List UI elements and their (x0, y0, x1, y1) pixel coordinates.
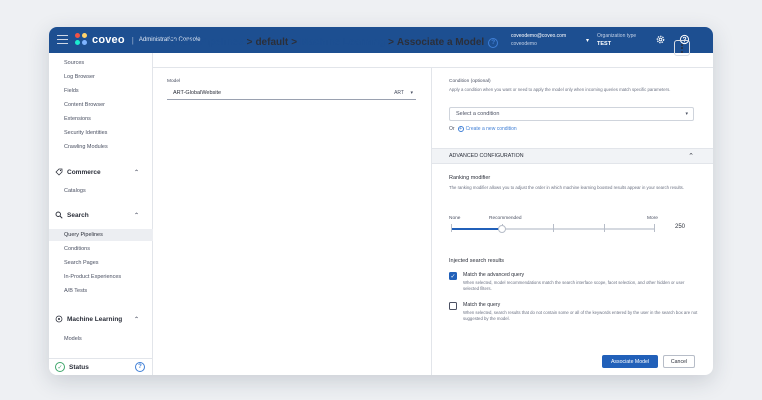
associate-model-button[interactable]: Associate Model (602, 355, 658, 368)
match-query-label: Match the query (463, 302, 501, 308)
user-menu-caret-icon[interactable]: ▾ (586, 37, 589, 44)
injected-results-title: Injected search results (449, 258, 505, 264)
column-divider (431, 68, 432, 375)
advanced-configuration-title: ADVANCED CONFIGURATION (449, 153, 524, 159)
model-select[interactable]: ART-GlobalWebsite ART ▾ (167, 87, 416, 100)
breadcrumb: Query Pipelines > default > Machine Lear… (168, 37, 499, 48)
breadcrumb-separator: > (246, 37, 253, 48)
advanced-configuration-toggle[interactable]: ADVANCED CONFIGURATION ⌃ (432, 148, 713, 164)
slider-tick (604, 224, 605, 232)
slider-label-recommended: Recommended (489, 216, 522, 221)
settings-gear-icon[interactable] (655, 34, 666, 45)
match-advanced-query-desc: When selected, model recommendations mat… (463, 280, 685, 291)
menu-icon[interactable] (57, 35, 68, 44)
slider-handle[interactable] (498, 225, 506, 233)
condition-placeholder: Select a condition (456, 111, 500, 117)
sidebar-item-security-identities[interactable]: Security Identities (64, 130, 107, 136)
user-org: coveodemo (511, 41, 537, 47)
chevron-up-icon: ⌃ (133, 169, 139, 176)
sidebar-item-conditions[interactable]: Conditions (64, 246, 90, 252)
breadcrumb-default[interactable]: default (255, 37, 288, 48)
sidebar-nav: Sources Log Browser Fields Content Brows… (49, 53, 153, 375)
sidebar-section-label: Search (67, 211, 89, 219)
ranking-modifier-value: 250 (675, 224, 686, 230)
organization-type: Organization type TEST (597, 32, 636, 48)
breadcrumb-separator: > (291, 37, 298, 48)
user-email: coveodemo@coveo.com (511, 33, 567, 39)
create-condition-row: Or + Create a new condition (449, 126, 517, 132)
brand-name: coveo (92, 34, 125, 46)
status-help-icon[interactable]: ? (135, 362, 145, 372)
model-selected-value: ART-GlobalWebsite (173, 90, 222, 96)
sidebar-item-catalogs[interactable]: Catalogs (64, 188, 86, 194)
help-icon[interactable]: ? (488, 37, 499, 48)
tag-icon (55, 168, 63, 176)
page-title: Associate a Model (396, 37, 485, 48)
sidebar-item-content-browser[interactable]: Content Browser (64, 102, 105, 108)
slider-tick (553, 224, 554, 232)
breadcrumb-query-pipelines[interactable]: Query Pipelines (168, 37, 244, 48)
sidebar-section-machine-learning[interactable]: Machine Learning ⌃ (55, 315, 147, 323)
slider-tick (654, 224, 655, 232)
ranking-modifier-hint: The ranking modifier allows you to adjus… (449, 185, 685, 190)
sidebar-item-ab-tests[interactable]: A/B Tests (64, 288, 87, 294)
app-window: coveo | Administration Console coveodemo… (49, 27, 713, 375)
condition-label: Condition (optional) (449, 79, 491, 84)
user-menu[interactable]: coveodemo@coveo.com coveodemo (511, 32, 566, 48)
status-bar[interactable]: ✓ Status ? (49, 358, 153, 375)
breadcrumb-machine-learning[interactable]: Machine Learning (300, 37, 385, 48)
search-icon (55, 211, 63, 219)
org-type-label: Organization type (597, 33, 637, 39)
sidebar-item-crawling-modules[interactable]: Crawling Modules (64, 144, 108, 150)
more-options-icon[interactable] (674, 40, 690, 56)
slider-label-more: More (647, 216, 658, 221)
sidebar-item-log-browser[interactable]: Log Browser (64, 74, 95, 80)
sidebar-item-query-pipelines[interactable]: Query Pipelines (49, 229, 153, 241)
org-type-value: TEST (597, 41, 612, 47)
cancel-button[interactable]: Cancel (663, 355, 695, 368)
check-icon: ✓ (55, 362, 65, 372)
model-label: Model (167, 79, 181, 84)
plus-icon[interactable]: + (457, 126, 464, 132)
or-text: Or (449, 126, 455, 132)
slider-label-none: None (449, 216, 461, 221)
chevron-up-icon: ⌃ (133, 316, 139, 323)
match-advanced-query-checkbox[interactable]: ✓ (449, 272, 457, 280)
slider-tick (451, 224, 452, 232)
match-query-checkbox[interactable] (449, 302, 457, 310)
sidebar-section-search[interactable]: Search ⌃ (55, 211, 147, 219)
condition-hint: Apply a condition when you want or need … (449, 87, 671, 92)
sidebar-section-commerce[interactable]: Commerce ⌃ (55, 168, 147, 176)
coveo-logo-icon (75, 33, 89, 47)
breadcrumb-separator: > (388, 37, 394, 48)
create-condition-link[interactable]: Create a new condition (466, 126, 517, 132)
sidebar-item-models[interactable]: Models (64, 336, 82, 342)
sidebar-item-extensions[interactable]: Extensions (64, 116, 91, 122)
sidebar-item-sources[interactable]: Sources (64, 60, 84, 66)
brand-separator: | (131, 35, 134, 45)
match-query-desc: When selected, search results that do no… (463, 310, 698, 321)
sidebar-section-label: Machine Learning (67, 315, 123, 323)
ranking-modifier-title: Ranking modifier (449, 175, 491, 181)
sidebar-item-search-pages[interactable]: Search Pages (64, 260, 99, 266)
header-divider (153, 67, 713, 68)
chevron-up-icon: ⌃ (688, 153, 694, 160)
sidebar-item-in-product-experiences[interactable]: In-Product Experiences (64, 274, 121, 280)
condition-select[interactable]: Select a condition ▾ (449, 107, 694, 121)
ranking-slider[interactable] (451, 224, 655, 233)
chevron-down-icon: ▾ (685, 111, 688, 117)
match-advanced-query-label: Match the advanced query (463, 272, 525, 278)
chevron-down-icon: ▾ (410, 90, 413, 96)
sidebar-item-fields[interactable]: Fields (64, 88, 79, 94)
slider-fill (451, 228, 502, 230)
status-label: Status (69, 363, 89, 371)
model-type-tag: ART (394, 90, 404, 96)
chevron-up-icon: ⌃ (133, 212, 139, 219)
sidebar-section-label: Commerce (67, 168, 101, 176)
machine-learning-icon (55, 315, 63, 323)
